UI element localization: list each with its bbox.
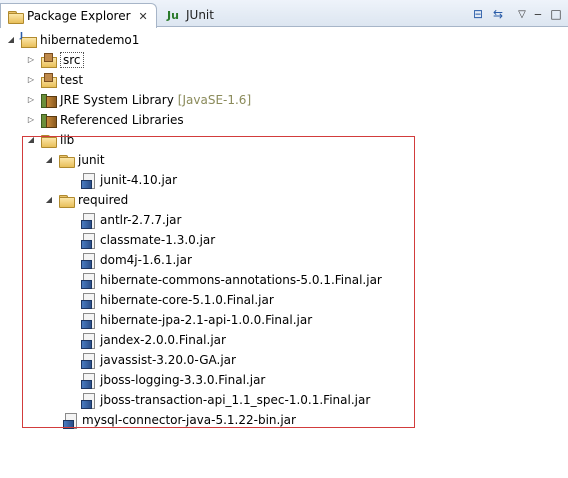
- tree-item-referenced-libraries[interactable]: ▷ Referenced Libraries: [26, 110, 184, 130]
- source-folder-icon: [40, 52, 57, 68]
- test-label: test: [60, 73, 84, 87]
- referenced-libraries-label: Referenced Libraries: [60, 113, 184, 127]
- expand-arrow-icon[interactable]: ▷: [26, 95, 36, 105]
- highlight-annotation-box: [22, 136, 415, 428]
- tree-item-project[interactable]: ◢ hibernatedemo1: [6, 30, 139, 50]
- minimize-icon[interactable]: ‒: [530, 6, 546, 22]
- jre-version-label: [JavaSE-1.6]: [177, 93, 252, 107]
- maximize-icon[interactable]: □: [548, 6, 564, 22]
- tab-package-explorer[interactable]: Package Explorer ✕: [0, 3, 157, 28]
- expand-arrow-icon[interactable]: ▷: [26, 115, 36, 125]
- close-icon[interactable]: ✕: [139, 10, 148, 23]
- library-icon: [40, 112, 57, 128]
- collapse-all-icon[interactable]: ⊟: [470, 6, 486, 22]
- view-tab-bar: Package Explorer ✕ Ju JUnit ⊟ ⇆ ▽ ‒ □: [0, 0, 568, 28]
- view-menu-icon[interactable]: ▽: [514, 6, 530, 22]
- link-with-editor-icon[interactable]: ⇆: [490, 6, 506, 22]
- tree-item-jre[interactable]: ▷ JRE System Library [JavaSE-1.6]: [26, 90, 251, 110]
- jre-label: JRE System Library: [60, 93, 174, 107]
- java-project-icon: [20, 31, 37, 48]
- tab-package-explorer-label: Package Explorer: [27, 9, 131, 23]
- project-label: hibernatedemo1: [40, 33, 140, 47]
- tab-junit-label: JUnit: [186, 8, 214, 22]
- tree-item-test[interactable]: ▷ test: [26, 70, 83, 90]
- svg-text:Ju: Ju: [166, 9, 179, 22]
- expand-arrow-icon[interactable]: ▷: [26, 55, 36, 65]
- package-explorer-icon: [7, 8, 24, 24]
- library-icon: [40, 92, 57, 108]
- junit-icon: Ju: [166, 7, 182, 23]
- src-label: src: [60, 52, 84, 68]
- package-explorer-tree: ◢ hibernatedemo1 ▷ src ▷ test ▷ JRE Syst…: [0, 27, 568, 478]
- tree-item-src[interactable]: ▷ src: [26, 50, 84, 70]
- expand-arrow-icon[interactable]: ▷: [26, 75, 36, 85]
- collapse-arrow-icon[interactable]: ◢: [6, 35, 16, 45]
- source-folder-icon: [40, 72, 57, 88]
- tab-junit[interactable]: Ju JUnit: [160, 3, 220, 27]
